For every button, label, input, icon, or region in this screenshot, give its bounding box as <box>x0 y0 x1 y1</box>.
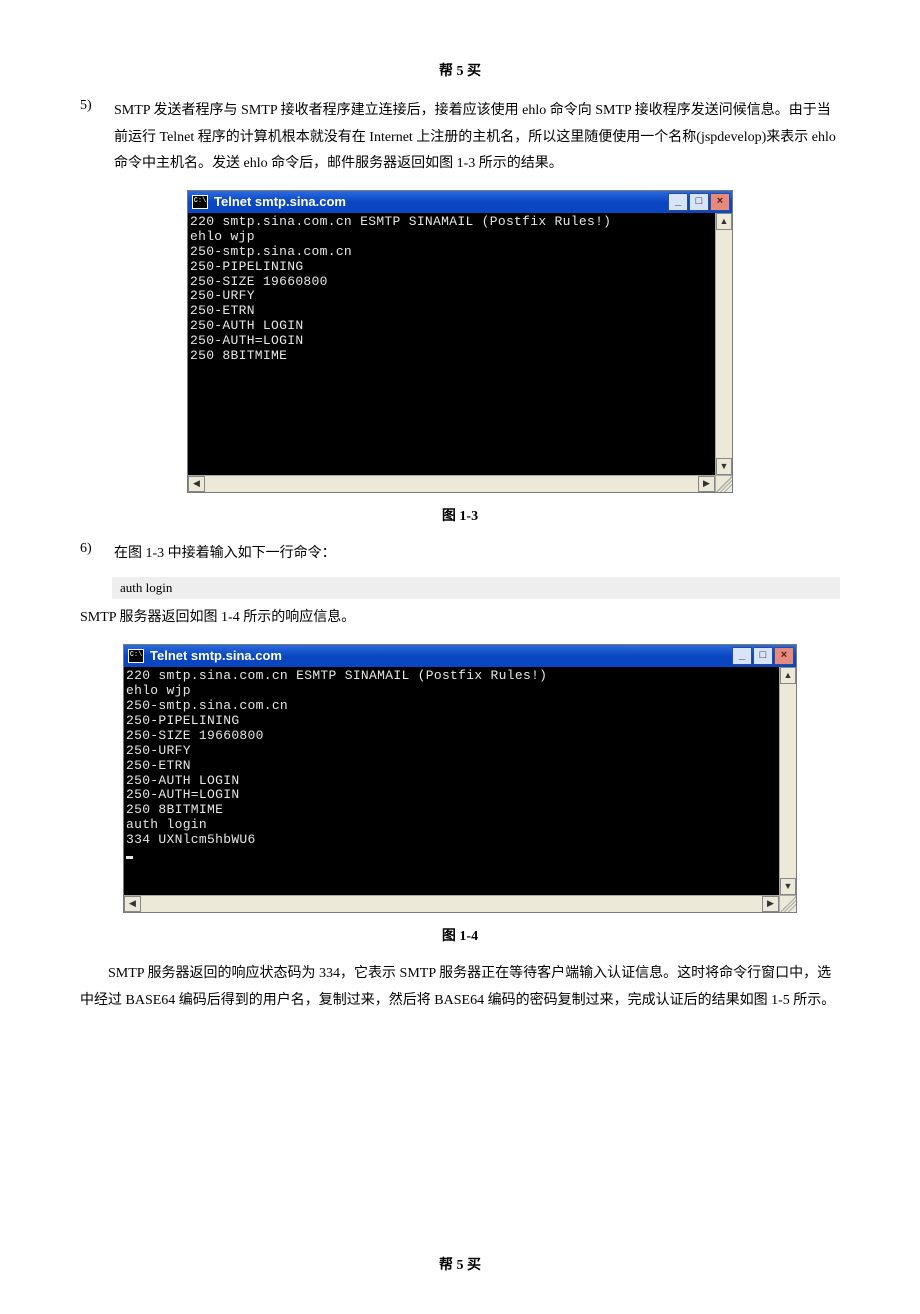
horizontal-scrollbar[interactable]: ◀ ▶ <box>124 895 779 912</box>
scroll-left-icon[interactable]: ◀ <box>124 896 141 912</box>
scroll-right-icon[interactable]: ▶ <box>698 476 715 492</box>
cursor-icon <box>126 856 133 859</box>
scroll-up-icon[interactable]: ▲ <box>716 213 732 230</box>
window-title: Telnet smtp.sina.com <box>214 194 346 209</box>
resize-grip[interactable] <box>715 475 732 492</box>
figure-caption-1-4: 图 1-4 <box>80 925 840 945</box>
horizontal-scrollbar[interactable]: ◀ ▶ <box>188 475 715 492</box>
cmd-icon: C:\ <box>192 195 208 209</box>
scroll-up-icon[interactable]: ▲ <box>780 667 796 684</box>
scroll-down-icon[interactable]: ▼ <box>716 458 732 475</box>
close-button[interactable]: × <box>774 647 794 665</box>
terminal-output: 220 smtp.sina.com.cn ESMTP SINAMAIL (Pos… <box>124 667 779 895</box>
list-item-6: 6) 在图 1-3 中接着输入如下一行命令： <box>80 541 840 568</box>
list-number: 6) <box>80 541 114 557</box>
resize-grip[interactable] <box>779 895 796 912</box>
close-button[interactable]: × <box>710 193 730 211</box>
titlebar: C:\ Telnet smtp.sina.com _ □ × <box>188 191 732 213</box>
code-line-auth-login: auth login <box>112 577 840 599</box>
cmd-icon: C:\ <box>128 649 144 663</box>
terminal-output: 220 smtp.sina.com.cn ESMTP SINAMAIL (Pos… <box>188 213 715 475</box>
scroll-left-icon[interactable]: ◀ <box>188 476 205 492</box>
terminal-window-1: C:\ Telnet smtp.sina.com _ □ × 220 smtp.… <box>187 190 733 493</box>
paragraph: SMTP 服务器返回的响应状态码为 334，它表示 SMTP 服务器正在等待客户… <box>80 961 840 1014</box>
vertical-scrollbar[interactable]: ▲ ▼ <box>715 213 732 475</box>
list-item-5: 5) SMTP 发送者程序与 SMTP 接收者程序建立连接后，接着应该使用 eh… <box>80 98 840 178</box>
paragraph: SMTP 服务器返回如图 1-4 所示的响应信息。 <box>80 605 840 632</box>
scroll-down-icon[interactable]: ▼ <box>780 878 796 895</box>
minimize-button[interactable]: _ <box>668 193 688 211</box>
minimize-button[interactable]: _ <box>732 647 752 665</box>
window-title: Telnet smtp.sina.com <box>150 648 282 663</box>
maximize-button[interactable]: □ <box>753 647 773 665</box>
titlebar: C:\ Telnet smtp.sina.com _ □ × <box>124 645 796 667</box>
terminal-window-2: C:\ Telnet smtp.sina.com _ □ × 220 smtp.… <box>123 644 797 913</box>
page-header: 帮 5 买 <box>80 60 840 80</box>
list-text: 在图 1-3 中接着输入如下一行命令： <box>114 541 840 568</box>
vertical-scrollbar[interactable]: ▲ ▼ <box>779 667 796 895</box>
maximize-button[interactable]: □ <box>689 193 709 211</box>
scroll-right-icon[interactable]: ▶ <box>762 896 779 912</box>
figure-caption-1-3: 图 1-3 <box>80 505 840 525</box>
page-footer: 帮 5 买 <box>80 1254 840 1274</box>
list-number: 5) <box>80 98 114 114</box>
list-text: SMTP 发送者程序与 SMTP 接收者程序建立连接后，接着应该使用 ehlo … <box>114 98 840 178</box>
